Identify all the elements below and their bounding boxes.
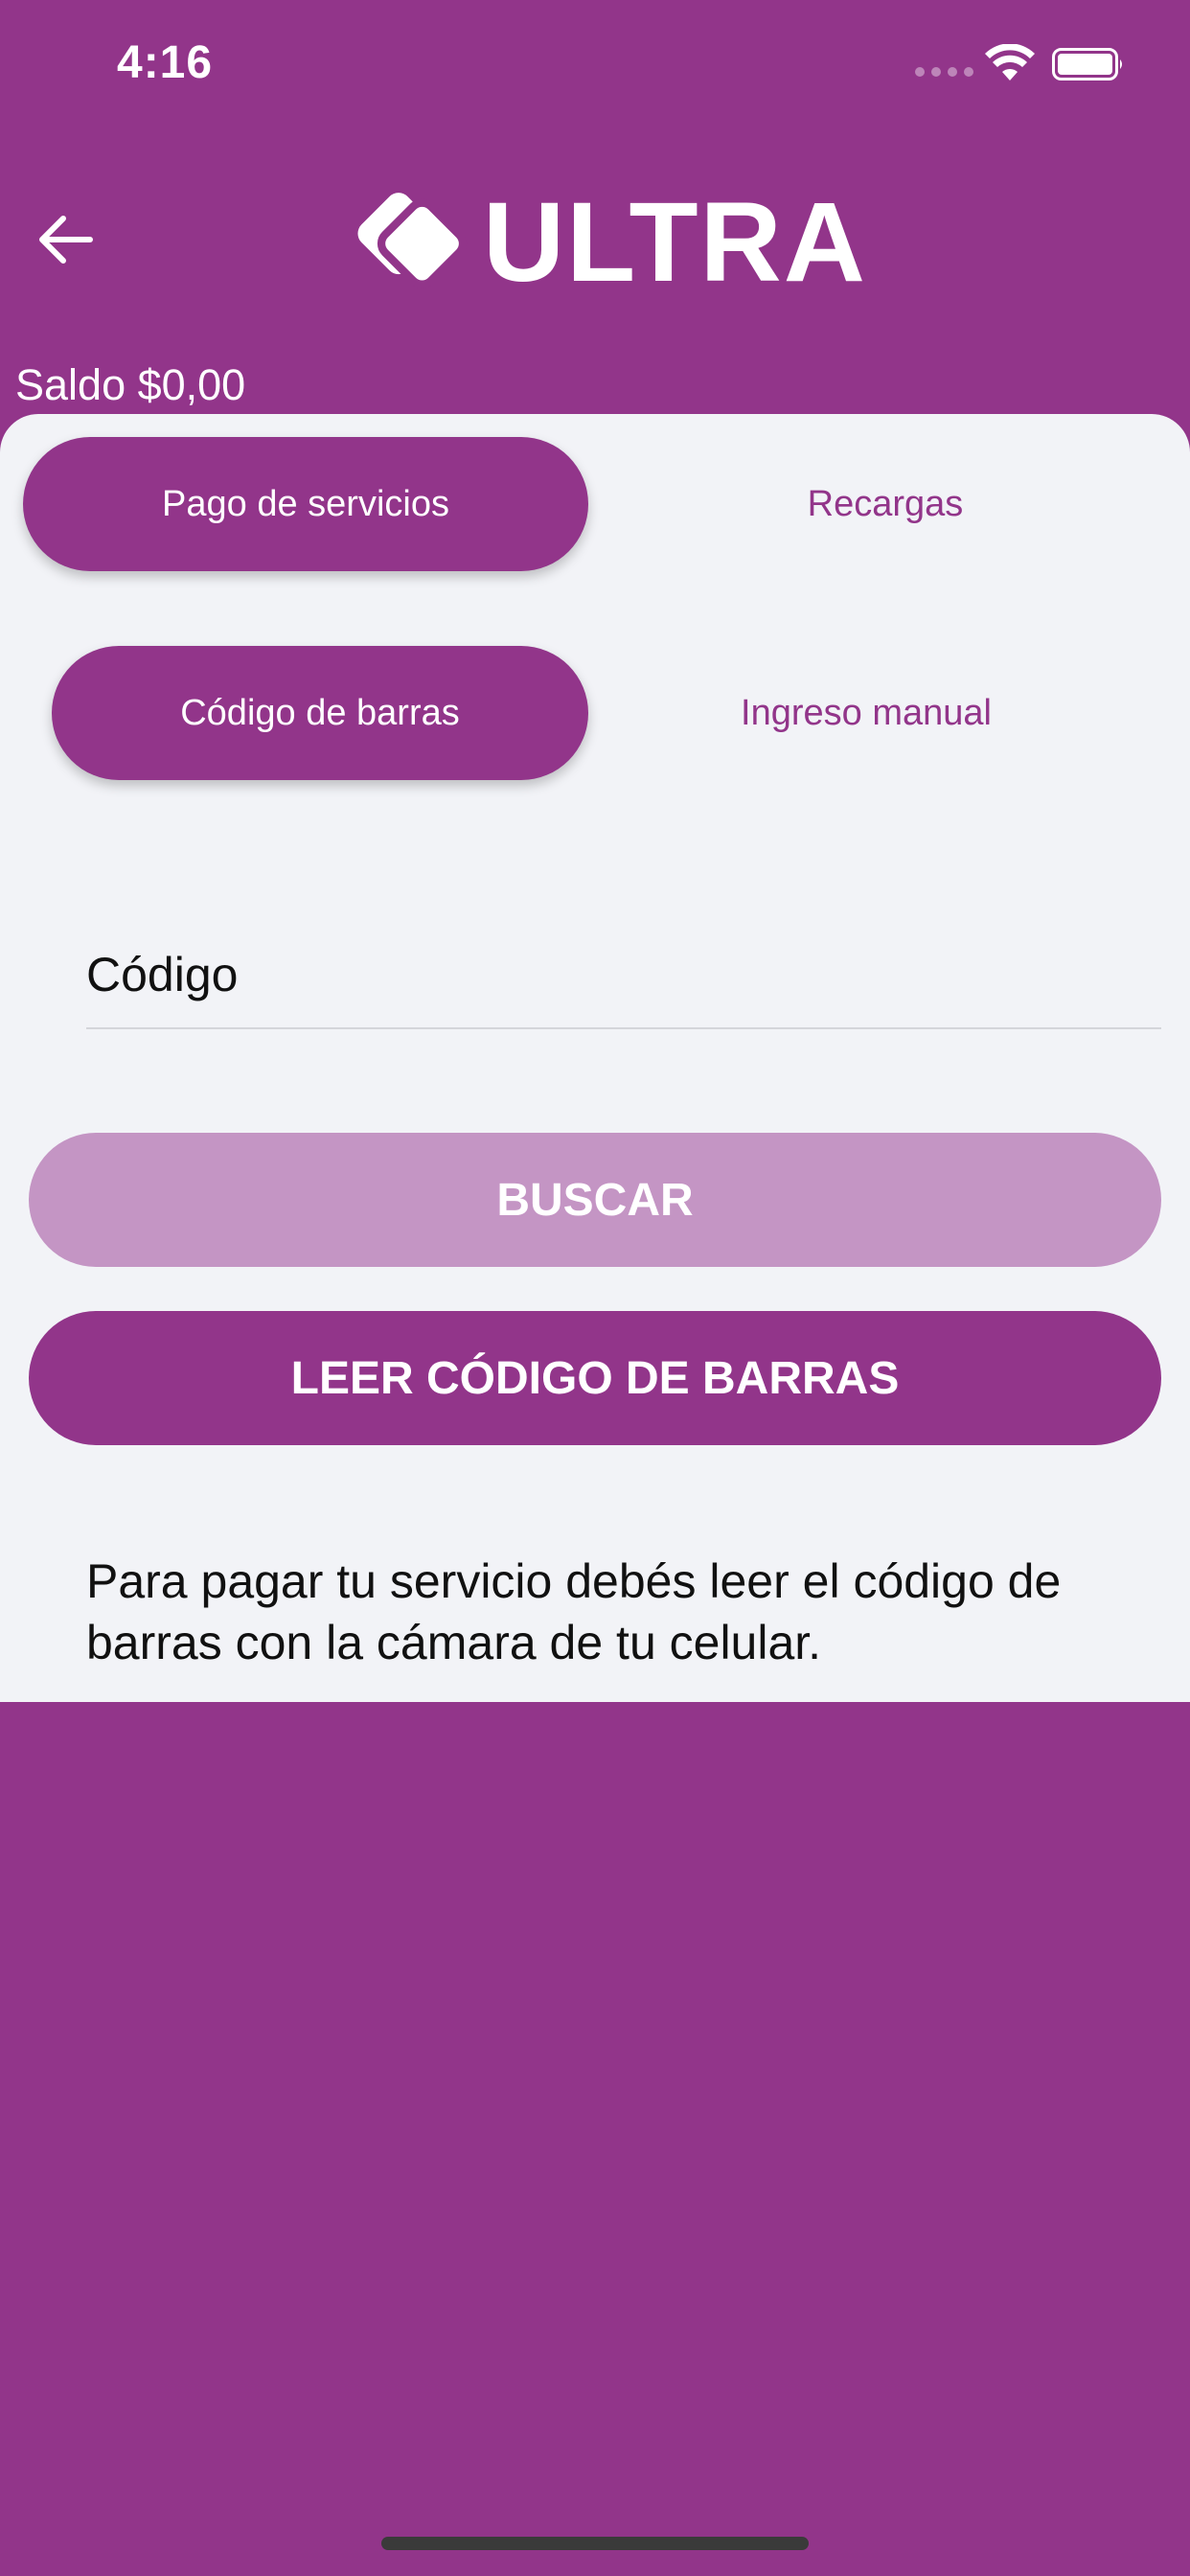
subtab-label: Ingreso manual xyxy=(741,692,992,733)
content-card: Pago de servicios Recargas Código de bar… xyxy=(0,414,1190,1702)
balance-label: Saldo $0,00 xyxy=(15,360,246,409)
subtab-ingreso-manual[interactable]: Ingreso manual xyxy=(598,646,1134,780)
scan-barcode-button-label: LEER CÓDIGO DE BARRAS xyxy=(290,1352,900,1404)
back-arrow-icon[interactable] xyxy=(34,213,96,266)
info-text: Para pagar tu servicio debés leer el cód… xyxy=(86,1554,1062,1669)
battery-icon xyxy=(1052,48,1122,80)
subtab-codigo-de-barras[interactable]: Código de barras xyxy=(52,646,588,780)
tab-recargas[interactable]: Recargas xyxy=(598,437,1173,571)
status-bar: 4:16 xyxy=(0,0,1190,125)
tab-label: Pago de servicios xyxy=(162,483,449,524)
home-indicator[interactable] xyxy=(381,2537,809,2550)
tab-pago-de-servicios[interactable]: Pago de servicios xyxy=(23,437,588,571)
subtab-label: Código de barras xyxy=(180,692,460,733)
ultra-logo: ULTRA xyxy=(331,171,867,314)
scan-barcode-button[interactable]: LEER CÓDIGO DE BARRAS xyxy=(29,1311,1161,1445)
ultra-logo-text: ULTRA xyxy=(482,179,867,306)
code-field[interactable]: Código xyxy=(86,947,238,1002)
wifi-icon xyxy=(985,44,1035,80)
search-button-label: BUSCAR xyxy=(496,1174,694,1226)
ultra-logo-mark-icon xyxy=(357,193,468,288)
cellular-signal-icon xyxy=(915,67,973,77)
code-field-underline xyxy=(86,1027,1161,1029)
search-button[interactable]: BUSCAR xyxy=(29,1133,1161,1267)
tab-label: Recargas xyxy=(807,483,964,524)
status-time: 4:16 xyxy=(117,37,214,88)
